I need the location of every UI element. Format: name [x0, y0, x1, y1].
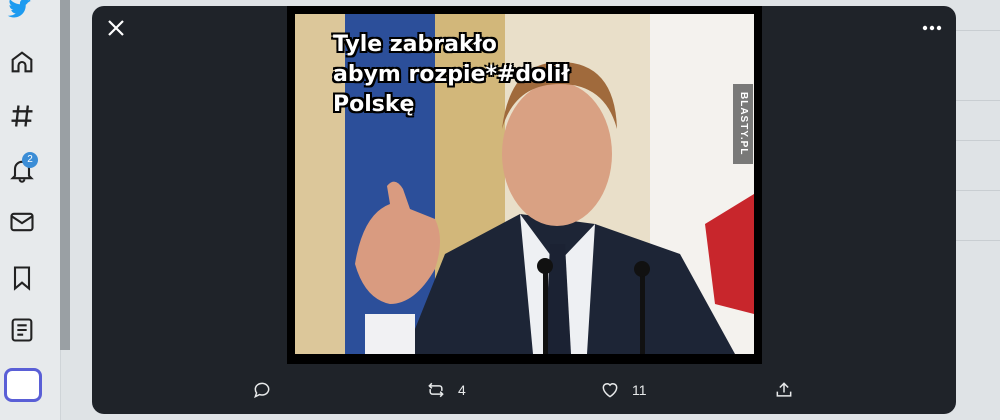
- divider: [955, 30, 1000, 31]
- hashtag-icon[interactable]: [8, 102, 36, 130]
- reply-icon: [254, 382, 270, 399]
- bookmark-icon[interactable]: [8, 264, 36, 292]
- retweet-icon: [428, 382, 444, 398]
- caption-line: Tyle zabrakło: [333, 32, 497, 57]
- scrollbar[interactable]: [60, 0, 70, 350]
- mail-icon[interactable]: [8, 208, 36, 236]
- media-frame: Tyle zabrakło abym rozpie*#dolił Polskę …: [287, 6, 762, 364]
- like-count: 11: [632, 382, 647, 398]
- reply-button[interactable]: [252, 378, 272, 402]
- meme-caption: Tyle zabrakło abym rozpie*#dolił Polskę: [333, 30, 570, 120]
- retweet-count: 4: [458, 382, 466, 398]
- divider: [955, 190, 1000, 191]
- share-icon: [776, 382, 792, 397]
- more-options-icon[interactable]: [920, 18, 944, 38]
- home-icon[interactable]: [8, 48, 36, 76]
- caption-line: abym rozpie*#dolił: [333, 62, 570, 87]
- divider: [955, 100, 1000, 101]
- divider: [955, 240, 1000, 241]
- media-image[interactable]: Tyle zabrakło abym rozpie*#dolił Polskę …: [295, 14, 754, 354]
- notifications-badge: 2: [22, 152, 38, 168]
- caption-line: Polskę: [333, 92, 415, 117]
- retweet-button[interactable]: 4: [426, 378, 466, 402]
- left-sidebar: 2: [0, 0, 61, 420]
- tweet-actions-bar: 4 11: [92, 372, 956, 408]
- heart-icon: [602, 383, 618, 398]
- bird-logo-icon[interactable]: [6, 0, 34, 22]
- media-viewer-modal: Tyle zabrakło abym rozpie*#dolił Polskę …: [92, 6, 956, 414]
- share-button[interactable]: [774, 378, 794, 402]
- watermark: BLASTY.PL: [733, 84, 753, 164]
- like-button[interactable]: 11: [600, 378, 647, 402]
- compose-button[interactable]: [4, 368, 42, 402]
- divider: [955, 140, 1000, 141]
- close-icon[interactable]: [104, 16, 128, 40]
- list-icon[interactable]: [8, 316, 36, 344]
